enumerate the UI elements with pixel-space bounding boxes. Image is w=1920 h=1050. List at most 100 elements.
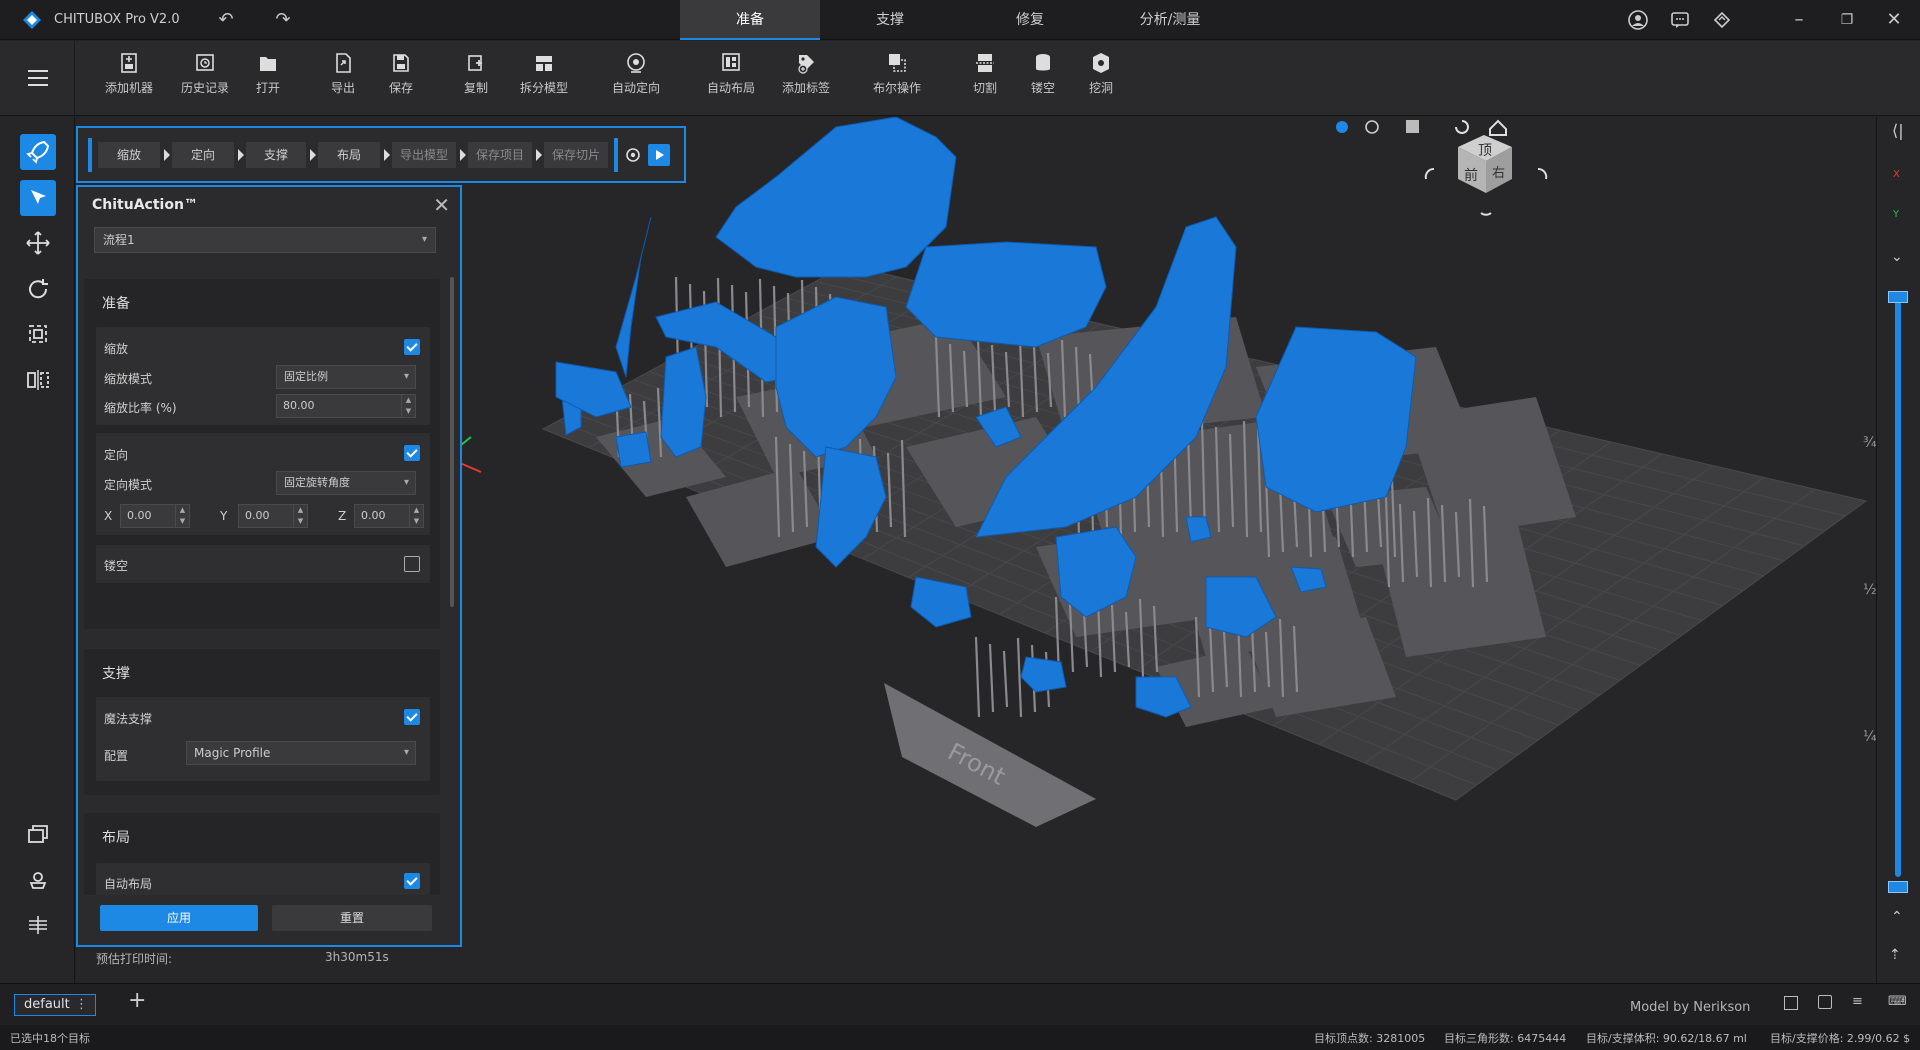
undo-icon[interactable]: ↶ <box>215 9 237 31</box>
add-label-icon <box>798 55 814 74</box>
open-button[interactable]: 打开 <box>233 51 303 96</box>
mirror-tool-button[interactable] <box>20 362 56 398</box>
account-icon[interactable] <box>1627 9 1649 31</box>
message-icon[interactable] <box>1669 9 1691 31</box>
panel-scrollbar[interactable] <box>450 277 454 607</box>
auto-layout-checkbox[interactable] <box>404 873 420 889</box>
collapse-panel-icon[interactable]: ⟨| <box>1892 121 1904 140</box>
section-title: 布局 <box>102 830 130 846</box>
copy-plate-icon[interactable] <box>1818 995 1832 1009</box>
add-machine-button[interactable]: 添加机器 <box>94 51 164 96</box>
layer-slider-bottom-handle[interactable] <box>1888 881 1908 893</box>
step-arrow <box>460 149 466 161</box>
reset-button[interactable]: 重置 <box>272 905 432 931</box>
scale-checkbox[interactable] <box>404 339 420 355</box>
auto-orient-button[interactable]: 自动定向 <box>601 51 671 96</box>
apply-button[interactable]: 应用 <box>100 905 258 931</box>
plate-tab-default[interactable]: default ⋮ <box>14 994 96 1016</box>
minimize-icon[interactable]: – <box>1788 9 1810 31</box>
split-model-button[interactable]: 拆分模型 <box>509 51 579 96</box>
panel-close-icon[interactable]: ✕ <box>433 193 450 217</box>
stepper-icon[interactable]: ▲ ▼ <box>293 505 307 527</box>
chevron-up-icon[interactable]: ⌃ <box>1891 909 1903 925</box>
support-profile-select[interactable]: Magic Profile <box>186 741 416 765</box>
view-cube[interactable]: 顶 前 右 <box>1458 135 1512 193</box>
close-icon[interactable]: ✕ <box>1883 9 1905 31</box>
rotate-view-left-icon[interactable] <box>1455 120 1469 134</box>
orient-mode-select[interactable]: 固定旋转角度 <box>276 471 416 495</box>
rotate-right-arrow-icon[interactable] <box>1537 168 1548 180</box>
menu-button[interactable] <box>0 41 75 116</box>
layer-settings-button[interactable] <box>20 907 56 943</box>
hollow-checkbox[interactable] <box>404 556 420 572</box>
print-settings-button[interactable] <box>20 863 56 899</box>
auto-layout-icon <box>722 53 740 71</box>
chevron-down-icon[interactable]: ⌄ <box>1891 249 1903 265</box>
cube-view-icon[interactable] <box>1406 120 1419 133</box>
dig-hole-button[interactable]: 挖洞 <box>1066 51 1136 96</box>
shaded-mode-icon[interactable] <box>1336 121 1348 133</box>
auto-layout-button[interactable]: 自动布局 <box>696 51 766 96</box>
tab-prepare[interactable]: 准备 <box>680 0 820 40</box>
stepper-icon[interactable]: ▲ ▼ <box>175 505 189 527</box>
add-label-button[interactable]: 添加标签 <box>771 51 841 96</box>
more-options-icon[interactable]: ⋮ <box>75 995 88 1015</box>
workflow-settings-icon[interactable] <box>624 146 642 164</box>
chitu-action-button[interactable] <box>20 134 56 170</box>
profile-label: 配置 <box>104 749 129 763</box>
layer-slider-top-handle[interactable] <box>1888 291 1908 303</box>
feedback-icon[interactable] <box>1711 9 1733 31</box>
stepper-icon[interactable]: ▲ ▼ <box>409 505 423 527</box>
magic-support-checkbox[interactable] <box>404 709 420 725</box>
stepper-icon[interactable]: ▲ ▼ <box>401 395 415 417</box>
slice-preview-button[interactable] <box>20 817 56 853</box>
slider-mark-1-4: ¼ <box>1863 729 1877 745</box>
layer-height-icon[interactable]: ⇡ <box>1889 947 1901 963</box>
step-orient[interactable]: 定向 <box>172 142 234 168</box>
rotate-tool-button[interactable] <box>20 271 56 307</box>
xray-mode-icon[interactable] <box>1365 120 1379 134</box>
home-view-icon[interactable] <box>1489 119 1507 136</box>
keyboard-icon[interactable]: ⌨ <box>1888 994 1907 1009</box>
step-arrow <box>164 149 170 161</box>
tab-repair[interactable]: 修复 <box>960 0 1100 40</box>
z-input[interactable]: 0.00 ▲ ▼ <box>354 504 424 528</box>
y-input[interactable]: 0.00 ▲ ▼ <box>238 504 308 528</box>
layer-slider-track[interactable] <box>1895 295 1901 877</box>
redo-icon[interactable]: ↷ <box>272 9 294 31</box>
restore-icon[interactable]: ❐ <box>1836 9 1858 31</box>
move-tool-button[interactable] <box>20 225 56 261</box>
chitu-action-panel: ChituAction™ ✕ 流程1▾ 准备 缩放 缩放模式 固定比例 缩放比率… <box>76 185 462 947</box>
scale-ratio-input[interactable]: 80.00 ▲ ▼ <box>276 394 416 418</box>
history-button[interactable]: 历史记录 <box>170 51 240 96</box>
boolean-button[interactable]: 布尔操作 <box>862 51 932 96</box>
view-layout-icon[interactable] <box>1784 996 1798 1010</box>
step-save-project[interactable]: 保存项目 <box>468 142 532 168</box>
tab-support[interactable]: 支撑 <box>820 0 960 40</box>
step-export-model[interactable]: 导出模型 <box>392 142 456 168</box>
pointer-icon <box>31 190 46 204</box>
step-save-slice[interactable]: 保存切片 <box>544 142 608 168</box>
workflow-run-button[interactable] <box>648 144 670 166</box>
tab-analysis[interactable]: 分析/测量 <box>1100 0 1240 40</box>
step-layout[interactable]: 布局 <box>318 142 380 168</box>
rotate-left-arrow-icon[interactable] <box>1424 168 1435 180</box>
scale-mode-select[interactable]: 固定比例 <box>276 365 416 389</box>
select-tool-button[interactable] <box>20 180 56 216</box>
rotate-down-arrow-icon[interactable] <box>1480 212 1492 216</box>
scale-tool-button[interactable] <box>20 316 56 352</box>
auto-layout-label: 自动布局 <box>104 877 153 891</box>
list-icon[interactable]: ≡ <box>1852 994 1863 1009</box>
copy-button[interactable]: 复制 <box>441 51 511 96</box>
scale-icon <box>29 325 47 343</box>
flow-select[interactable]: 流程1 ▾ <box>94 227 436 253</box>
step-scale[interactable]: 缩放 <box>98 142 160 168</box>
view-cube-top: 顶 <box>1478 143 1492 159</box>
view-cube-front: 前 <box>1464 167 1478 184</box>
orient-checkbox[interactable] <box>404 445 420 461</box>
step-support[interactable]: 支撑 <box>246 142 306 168</box>
step-arrow <box>536 149 542 161</box>
add-tab-icon[interactable]: + <box>128 988 146 1013</box>
x-input[interactable]: 0.00 ▲ ▼ <box>120 504 190 528</box>
save-button[interactable]: 保存 <box>366 51 436 96</box>
